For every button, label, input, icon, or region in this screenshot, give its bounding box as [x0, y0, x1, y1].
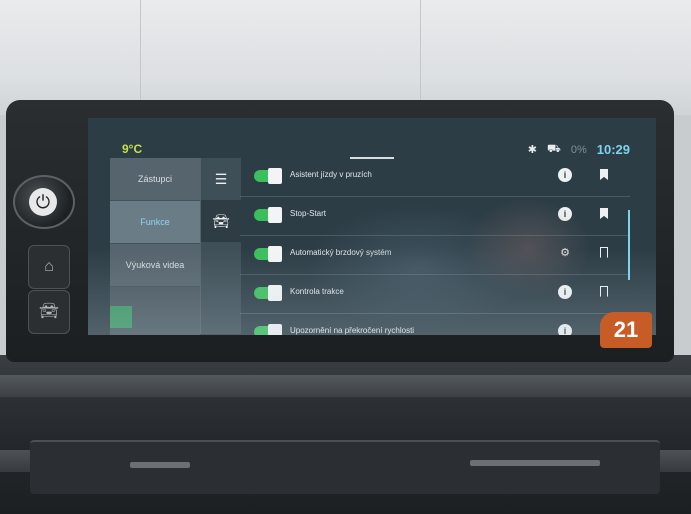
feature-label: Automatický brzdový systém [290, 248, 392, 257]
air-vent [30, 440, 660, 494]
bookmark-outline-icon[interactable] [600, 247, 608, 258]
toggle-switch[interactable] [254, 324, 282, 335]
bookmark-filled-icon[interactable] [600, 208, 608, 219]
feature-label: Stop-Start [290, 209, 327, 218]
home-icon: ⌂ [44, 258, 54, 275]
feature-list: Asistent jízdy v pruzích i Stop-Start i … [240, 158, 630, 335]
feature-row-speed-warning[interactable]: Upozornění na překročení rychlosti i [240, 314, 630, 335]
temperature-readout: 9°C [122, 142, 143, 156]
car-status-icon: ⛟ [547, 142, 561, 155]
bookmark-outline-icon[interactable] [600, 286, 608, 297]
car-icon: 🚘︎ [38, 303, 60, 320]
feature-label: Kontrola trakce [290, 287, 344, 296]
wall-background [0, 0, 691, 115]
bluetooth-icon: ✱ [527, 144, 537, 156]
feature-label: Upozornění na překročení rychlosti [290, 326, 415, 335]
signal-readout: 0% [570, 143, 587, 156]
infotainment-screen: 9°C ✱ ⛟ 0% 10:29 Zástupci Funkce Výuková… [88, 118, 656, 335]
gear-icon[interactable]: ⚙ [558, 246, 572, 260]
wall-seam [420, 0, 421, 115]
feature-row-lane-assist[interactable]: Asistent jízdy v pruzích i [240, 158, 630, 197]
feature-label: Asistent jízdy v pruzích [290, 170, 372, 179]
feature-row-auto-brake[interactable]: Automatický brzdový systém ⚙ [240, 236, 630, 275]
info-icon[interactable]: i [558, 207, 572, 221]
info-icon[interactable]: i [558, 285, 572, 299]
power-icon: ⏻ [29, 188, 57, 216]
dashboard-trim [0, 375, 691, 397]
info-icon[interactable]: i [558, 324, 572, 335]
vent-slot [130, 462, 190, 468]
left-tab-list: Zástupci Funkce Výuková videa [110, 158, 200, 335]
photo-number-badge: 21 [600, 312, 652, 348]
status-bar: ✱ ⛟ 0% 10:29 [528, 142, 630, 157]
toggle-switch[interactable] [254, 207, 282, 223]
car-icon[interactable]: 🚘︎ [201, 200, 241, 242]
feature-row-traction-control[interactable]: Kontrola trakce i [240, 275, 630, 314]
home-button[interactable]: ⌂ [28, 245, 70, 289]
toggle-switch[interactable] [254, 168, 282, 184]
clock: 10:29 [596, 142, 630, 157]
vent-slot [470, 460, 600, 466]
wall-seam [140, 0, 141, 115]
power-knob[interactable]: ⏻ [13, 175, 75, 229]
bookmark-filled-icon[interactable] [600, 169, 608, 180]
info-icon[interactable]: i [558, 168, 572, 182]
car-button[interactable]: 🚘︎ [28, 290, 70, 334]
toggle-switch[interactable] [254, 246, 282, 262]
tab-vyukova-videa[interactable]: Výuková videa [110, 244, 200, 287]
side-icon-column: ☰ 🚘︎ [200, 158, 241, 334]
tab-funkce[interactable]: Funkce [110, 201, 200, 244]
green-indicator [110, 306, 132, 328]
scrollbar[interactable] [628, 210, 630, 280]
tab-zastupci[interactable]: Zástupci [110, 158, 200, 201]
toggle-switch[interactable] [254, 285, 282, 301]
feature-row-stop-start[interactable]: Stop-Start i [240, 197, 630, 236]
menu-icon[interactable]: ☰ [201, 158, 241, 200]
